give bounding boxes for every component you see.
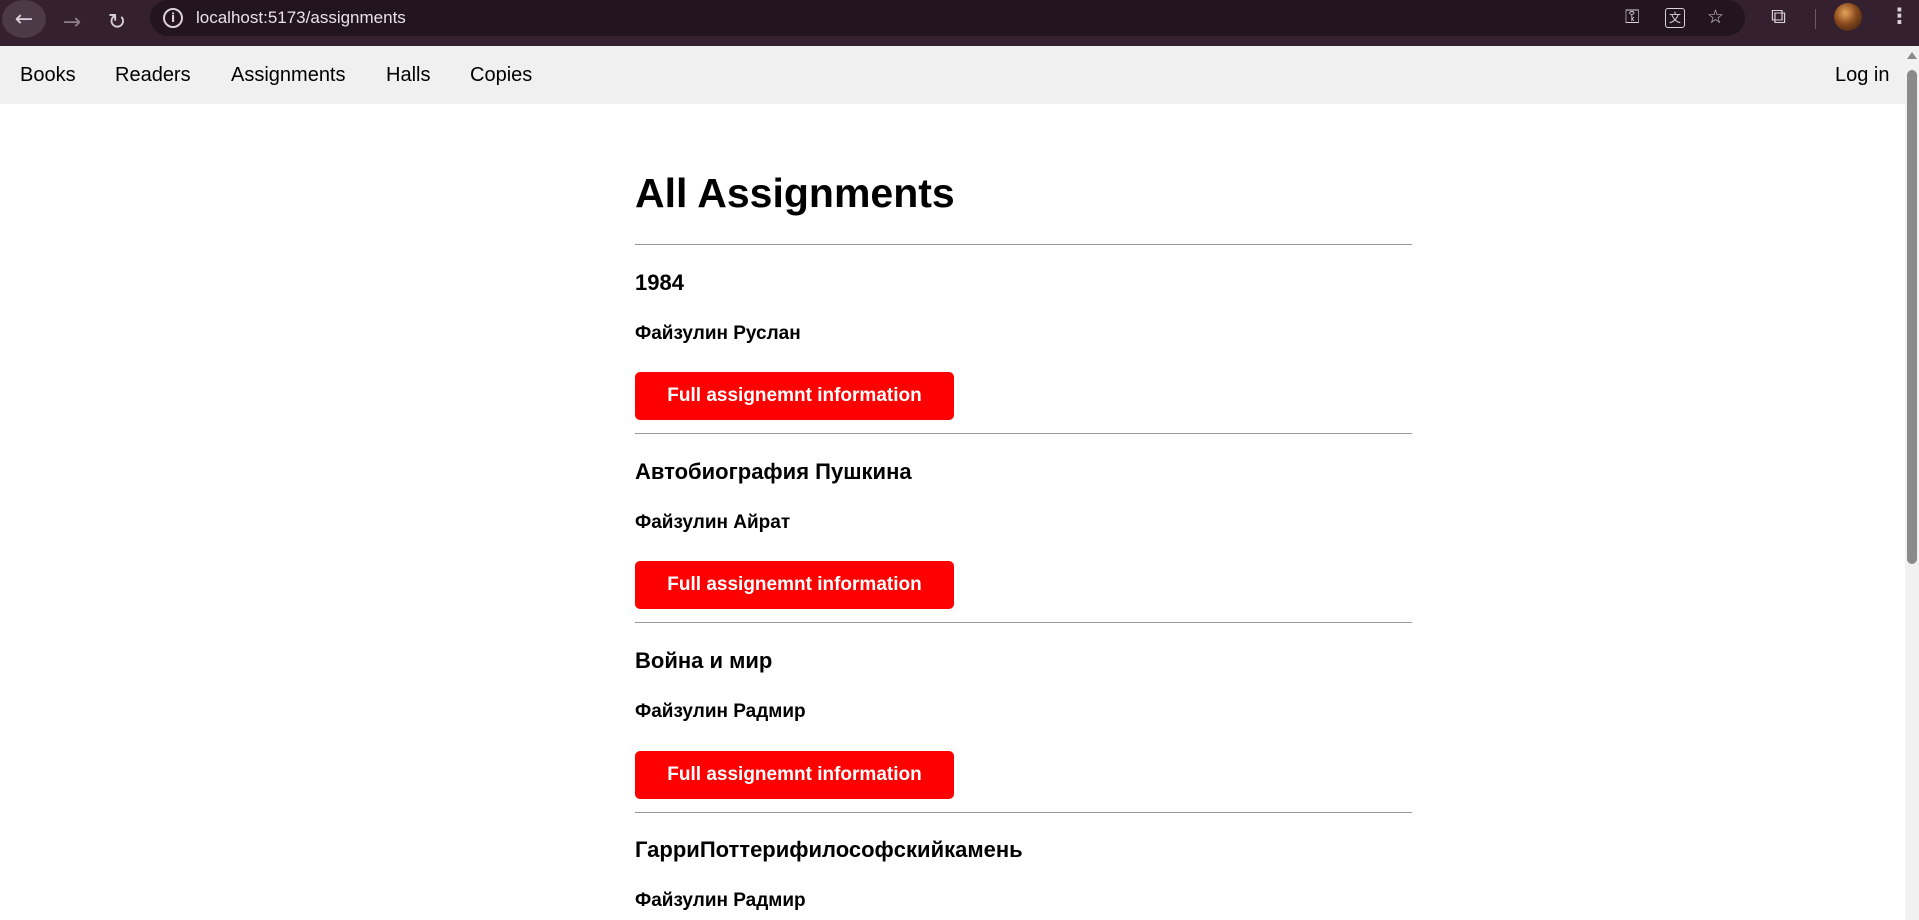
site-info-icon[interactable]: i bbox=[163, 8, 183, 28]
forward-arrow-icon[interactable]: → bbox=[47, 2, 97, 42]
divider bbox=[635, 622, 1412, 623]
reader-name: Файзулин Айрат bbox=[635, 512, 791, 533]
divider bbox=[635, 244, 1412, 245]
back-arrow-icon[interactable]: ← bbox=[2, 0, 46, 38]
nav-link-halls[interactable]: Halls bbox=[386, 64, 430, 87]
kebab-menu-icon[interactable]: ⋮ bbox=[1889, 4, 1910, 28]
reader-name: Файзулин Радмир bbox=[635, 701, 806, 722]
nav-link-books[interactable]: Books bbox=[20, 64, 76, 87]
page-scrollbar[interactable] bbox=[1905, 46, 1919, 920]
page-title: All Assignments bbox=[635, 170, 955, 216]
reader-name: Файзулин Радмир bbox=[635, 890, 806, 911]
reader-name: Файзулин Руслан bbox=[635, 323, 801, 344]
key-icon[interactable]: ⚿ bbox=[1625, 6, 1639, 28]
book-title: Автобиография Пушкина bbox=[635, 459, 912, 484]
profile-avatar[interactable] bbox=[1834, 3, 1862, 31]
toolbar-separator bbox=[1815, 9, 1816, 29]
site-navbar: Books Readers Assignments Halls Copies L… bbox=[0, 46, 1905, 104]
divider bbox=[635, 812, 1412, 813]
book-title: 1984 bbox=[635, 270, 684, 295]
browser-toolbar: ← → ↻ i localhost:5173/assignments ⚿ 文 ☆… bbox=[0, 0, 1919, 46]
divider bbox=[635, 433, 1412, 434]
book-title: ГарриПоттерифилософскийкамень bbox=[635, 837, 1023, 862]
url-text[interactable]: localhost:5173/assignments bbox=[196, 8, 406, 28]
full-assignment-info-button[interactable]: Full assignemnt information bbox=[635, 561, 954, 609]
book-title: Война и мир bbox=[635, 648, 773, 673]
address-bar[interactable]: i localhost:5173/assignments ⚿ 文 ☆ bbox=[150, 0, 1745, 36]
nav-link-readers[interactable]: Readers bbox=[115, 64, 191, 87]
full-assignment-info-button[interactable]: Full assignemnt information bbox=[635, 372, 954, 420]
translate-icon[interactable]: 文 bbox=[1665, 8, 1685, 28]
scroll-up-arrow-icon[interactable] bbox=[1907, 52, 1917, 59]
full-assignment-info-button[interactable]: Full assignemnt information bbox=[635, 751, 954, 799]
star-icon[interactable]: ☆ bbox=[1707, 6, 1724, 28]
reload-icon[interactable]: ↻ bbox=[92, 2, 142, 42]
nav-link-copies[interactable]: Copies bbox=[470, 64, 532, 87]
extensions-icon[interactable]: ⧉ bbox=[1771, 4, 1786, 29]
scrollbar-thumb[interactable] bbox=[1907, 70, 1917, 564]
login-link[interactable]: Log in bbox=[1835, 64, 1890, 87]
nav-link-assignments[interactable]: Assignments bbox=[231, 64, 346, 87]
